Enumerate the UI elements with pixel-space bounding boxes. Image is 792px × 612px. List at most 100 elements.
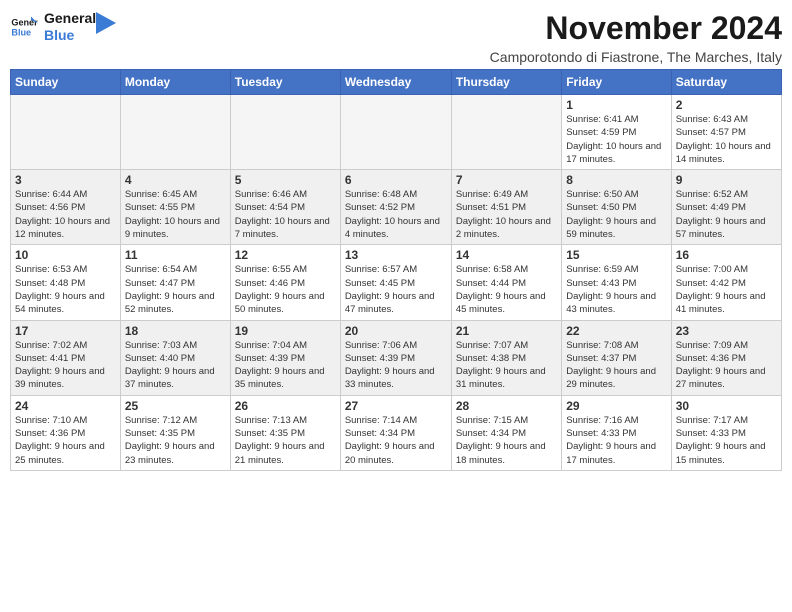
- day-number-25: 25: [125, 399, 226, 413]
- day-number-9: 9: [676, 173, 777, 187]
- calendar-cell-3-1: 18Sunrise: 7:03 AMSunset: 4:40 PMDayligh…: [120, 320, 230, 395]
- calendar-cell-2-0: 10Sunrise: 6:53 AMSunset: 4:48 PMDayligh…: [11, 245, 121, 320]
- day-info-24: Sunrise: 7:10 AMSunset: 4:36 PMDaylight:…: [15, 414, 116, 467]
- day-number-18: 18: [125, 324, 226, 338]
- day-number-19: 19: [235, 324, 336, 338]
- day-number-3: 3: [15, 173, 116, 187]
- header-wednesday: Wednesday: [340, 70, 451, 95]
- calendar-cell-4-0: 24Sunrise: 7:10 AMSunset: 4:36 PMDayligh…: [11, 395, 121, 470]
- header-sunday: Sunday: [11, 70, 121, 95]
- day-info-6: Sunrise: 6:48 AMSunset: 4:52 PMDaylight:…: [345, 188, 447, 241]
- calendar-cell-1-0: 3Sunrise: 6:44 AMSunset: 4:56 PMDaylight…: [11, 170, 121, 245]
- day-info-1: Sunrise: 6:41 AMSunset: 4:59 PMDaylight:…: [566, 113, 666, 166]
- svg-text:Blue: Blue: [11, 27, 31, 37]
- calendar-cell-0-1: [120, 95, 230, 170]
- header-thursday: Thursday: [451, 70, 561, 95]
- calendar-cell-4-6: 30Sunrise: 7:17 AMSunset: 4:33 PMDayligh…: [671, 395, 781, 470]
- day-number-8: 8: [566, 173, 666, 187]
- day-number-21: 21: [456, 324, 557, 338]
- day-number-27: 27: [345, 399, 447, 413]
- header-saturday: Saturday: [671, 70, 781, 95]
- day-number-26: 26: [235, 399, 336, 413]
- calendar-cell-2-4: 14Sunrise: 6:58 AMSunset: 4:44 PMDayligh…: [451, 245, 561, 320]
- day-number-30: 30: [676, 399, 777, 413]
- calendar-cell-3-6: 23Sunrise: 7:09 AMSunset: 4:36 PMDayligh…: [671, 320, 781, 395]
- calendar-cell-2-5: 15Sunrise: 6:59 AMSunset: 4:43 PMDayligh…: [562, 245, 671, 320]
- day-number-12: 12: [235, 248, 336, 262]
- day-info-22: Sunrise: 7:08 AMSunset: 4:37 PMDaylight:…: [566, 339, 666, 392]
- calendar-cell-0-4: [451, 95, 561, 170]
- calendar-cell-4-4: 28Sunrise: 7:15 AMSunset: 4:34 PMDayligh…: [451, 395, 561, 470]
- calendar-cell-0-0: [11, 95, 121, 170]
- calendar-cell-3-3: 20Sunrise: 7:06 AMSunset: 4:39 PMDayligh…: [340, 320, 451, 395]
- day-info-21: Sunrise: 7:07 AMSunset: 4:38 PMDaylight:…: [456, 339, 557, 392]
- day-info-15: Sunrise: 6:59 AMSunset: 4:43 PMDaylight:…: [566, 263, 666, 316]
- day-info-4: Sunrise: 6:45 AMSunset: 4:55 PMDaylight:…: [125, 188, 226, 241]
- day-info-18: Sunrise: 7:03 AMSunset: 4:40 PMDaylight:…: [125, 339, 226, 392]
- day-number-2: 2: [676, 98, 777, 112]
- title-area: November 2024 Camporotondo di Fiastrone,…: [490, 10, 782, 65]
- day-number-24: 24: [15, 399, 116, 413]
- calendar-cell-4-3: 27Sunrise: 7:14 AMSunset: 4:34 PMDayligh…: [340, 395, 451, 470]
- calendar-header-row: SundayMondayTuesdayWednesdayThursdayFrid…: [11, 70, 782, 95]
- logo-general: General: [44, 10, 96, 27]
- logo-icon: General Blue: [10, 13, 38, 41]
- day-info-7: Sunrise: 6:49 AMSunset: 4:51 PMDaylight:…: [456, 188, 557, 241]
- week-row-2: 3Sunrise: 6:44 AMSunset: 4:56 PMDaylight…: [11, 170, 782, 245]
- calendar-cell-4-5: 29Sunrise: 7:16 AMSunset: 4:33 PMDayligh…: [562, 395, 671, 470]
- calendar-cell-1-5: 8Sunrise: 6:50 AMSunset: 4:50 PMDaylight…: [562, 170, 671, 245]
- calendar-cell-2-2: 12Sunrise: 6:55 AMSunset: 4:46 PMDayligh…: [230, 245, 340, 320]
- day-info-19: Sunrise: 7:04 AMSunset: 4:39 PMDaylight:…: [235, 339, 336, 392]
- day-info-13: Sunrise: 6:57 AMSunset: 4:45 PMDaylight:…: [345, 263, 447, 316]
- calendar-cell-1-6: 9Sunrise: 6:52 AMSunset: 4:49 PMDaylight…: [671, 170, 781, 245]
- day-number-16: 16: [676, 248, 777, 262]
- calendar-cell-4-1: 25Sunrise: 7:12 AMSunset: 4:35 PMDayligh…: [120, 395, 230, 470]
- day-info-17: Sunrise: 7:02 AMSunset: 4:41 PMDaylight:…: [15, 339, 116, 392]
- svg-text:General: General: [11, 17, 38, 27]
- week-row-3: 10Sunrise: 6:53 AMSunset: 4:48 PMDayligh…: [11, 245, 782, 320]
- calendar-cell-0-3: [340, 95, 451, 170]
- day-number-7: 7: [456, 173, 557, 187]
- day-info-11: Sunrise: 6:54 AMSunset: 4:47 PMDaylight:…: [125, 263, 226, 316]
- week-row-1: 1Sunrise: 6:41 AMSunset: 4:59 PMDaylight…: [11, 95, 782, 170]
- calendar-cell-1-2: 5Sunrise: 6:46 AMSunset: 4:54 PMDaylight…: [230, 170, 340, 245]
- day-info-23: Sunrise: 7:09 AMSunset: 4:36 PMDaylight:…: [676, 339, 777, 392]
- day-number-15: 15: [566, 248, 666, 262]
- calendar-cell-1-4: 7Sunrise: 6:49 AMSunset: 4:51 PMDaylight…: [451, 170, 561, 245]
- day-info-5: Sunrise: 6:46 AMSunset: 4:54 PMDaylight:…: [235, 188, 336, 241]
- header-friday: Friday: [562, 70, 671, 95]
- calendar-cell-0-2: [230, 95, 340, 170]
- calendar-cell-4-2: 26Sunrise: 7:13 AMSunset: 4:35 PMDayligh…: [230, 395, 340, 470]
- week-row-4: 17Sunrise: 7:02 AMSunset: 4:41 PMDayligh…: [11, 320, 782, 395]
- week-row-5: 24Sunrise: 7:10 AMSunset: 4:36 PMDayligh…: [11, 395, 782, 470]
- day-number-5: 5: [235, 173, 336, 187]
- day-number-29: 29: [566, 399, 666, 413]
- day-number-4: 4: [125, 173, 226, 187]
- day-number-10: 10: [15, 248, 116, 262]
- day-info-12: Sunrise: 6:55 AMSunset: 4:46 PMDaylight:…: [235, 263, 336, 316]
- day-info-29: Sunrise: 7:16 AMSunset: 4:33 PMDaylight:…: [566, 414, 666, 467]
- logo: General Blue General Blue: [10, 10, 116, 44]
- calendar-cell-1-3: 6Sunrise: 6:48 AMSunset: 4:52 PMDaylight…: [340, 170, 451, 245]
- header-monday: Monday: [120, 70, 230, 95]
- day-number-14: 14: [456, 248, 557, 262]
- calendar-cell-0-5: 1Sunrise: 6:41 AMSunset: 4:59 PMDaylight…: [562, 95, 671, 170]
- calendar-cell-2-6: 16Sunrise: 7:00 AMSunset: 4:42 PMDayligh…: [671, 245, 781, 320]
- logo-blue: Blue: [44, 27, 96, 44]
- calendar-cell-2-1: 11Sunrise: 6:54 AMSunset: 4:47 PMDayligh…: [120, 245, 230, 320]
- day-number-20: 20: [345, 324, 447, 338]
- day-number-22: 22: [566, 324, 666, 338]
- day-number-13: 13: [345, 248, 447, 262]
- day-number-11: 11: [125, 248, 226, 262]
- day-info-3: Sunrise: 6:44 AMSunset: 4:56 PMDaylight:…: [15, 188, 116, 241]
- day-info-9: Sunrise: 6:52 AMSunset: 4:49 PMDaylight:…: [676, 188, 777, 241]
- day-number-17: 17: [15, 324, 116, 338]
- calendar-cell-3-2: 19Sunrise: 7:04 AMSunset: 4:39 PMDayligh…: [230, 320, 340, 395]
- header-tuesday: Tuesday: [230, 70, 340, 95]
- day-info-20: Sunrise: 7:06 AMSunset: 4:39 PMDaylight:…: [345, 339, 447, 392]
- month-title: November 2024: [490, 10, 782, 47]
- calendar-cell-1-1: 4Sunrise: 6:45 AMSunset: 4:55 PMDaylight…: [120, 170, 230, 245]
- calendar-cell-3-4: 21Sunrise: 7:07 AMSunset: 4:38 PMDayligh…: [451, 320, 561, 395]
- day-info-28: Sunrise: 7:15 AMSunset: 4:34 PMDaylight:…: [456, 414, 557, 467]
- header: General Blue General Blue November 2024 …: [10, 10, 782, 65]
